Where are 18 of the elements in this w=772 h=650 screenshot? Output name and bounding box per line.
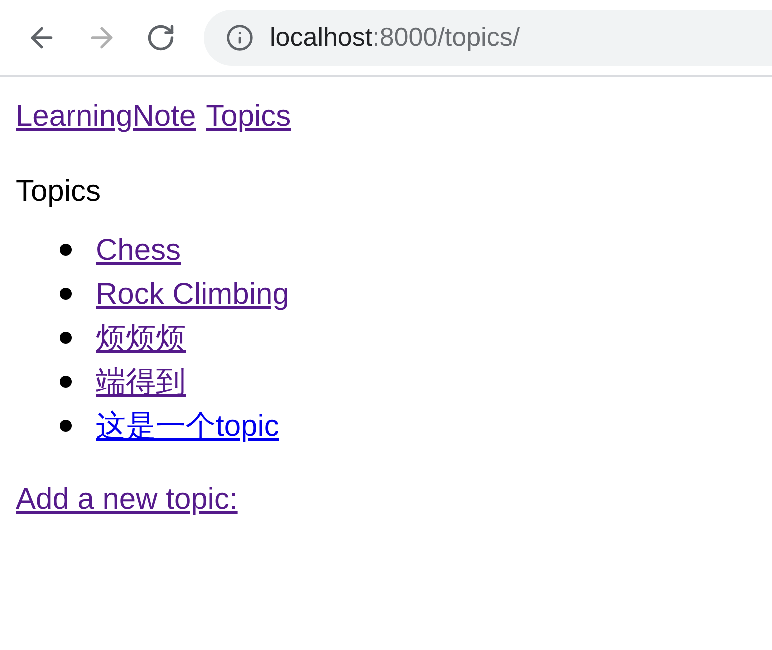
topic-link[interactable]: Rock Climbing	[96, 272, 290, 316]
bullet-icon	[60, 332, 72, 344]
nav-link[interactable]: LearningNote	[16, 97, 196, 137]
bullet-icon	[60, 288, 72, 300]
topic-link[interactable]: 这是一个topic	[96, 404, 280, 448]
add-topic-link[interactable]: Add a new topic:	[16, 483, 238, 516]
topic-link[interactable]: 端得到	[96, 360, 186, 404]
topic-link[interactable]: Chess	[96, 228, 182, 272]
page-heading: Topics	[16, 174, 102, 210]
address-bar[interactable]: localhost:8000/topics/	[204, 10, 772, 66]
nav-link[interactable]: Topics	[206, 97, 292, 137]
reload-icon[interactable]	[146, 22, 176, 52]
url-text: localhost:8000/topics/	[270, 21, 520, 54]
bullet-icon	[60, 420, 72, 432]
topic-link[interactable]: 烦烦烦	[96, 316, 186, 360]
bullet-icon	[60, 376, 72, 388]
bullet-icon	[60, 244, 72, 256]
info-icon	[226, 24, 254, 52]
